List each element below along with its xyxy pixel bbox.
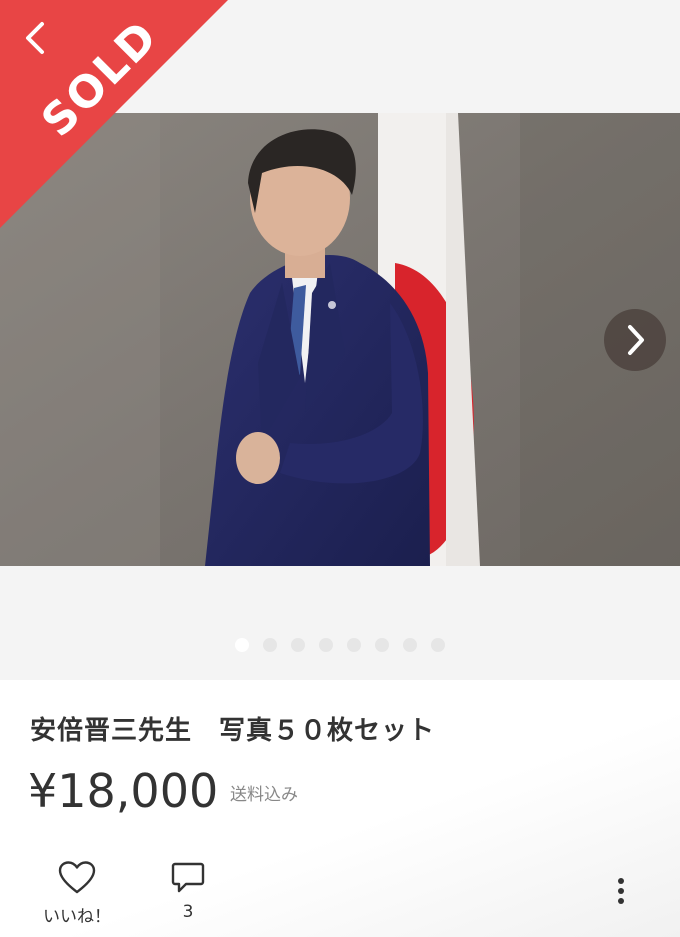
like-label: いいね！ bbox=[43, 907, 111, 927]
page-dot[interactable] bbox=[403, 638, 417, 652]
page-dot[interactable] bbox=[375, 638, 389, 652]
item-price: ¥18,000 bbox=[28, 764, 219, 818]
page-dot[interactable] bbox=[291, 638, 305, 652]
chevron-left-icon bbox=[26, 22, 44, 54]
image-gallery: SOLD bbox=[0, 0, 680, 680]
back-button[interactable] bbox=[16, 18, 56, 58]
comment-icon bbox=[171, 862, 205, 893]
like-button[interactable]: いいね！ bbox=[38, 860, 116, 927]
page-dot[interactable] bbox=[431, 638, 445, 652]
page-dot[interactable] bbox=[347, 638, 361, 652]
photo-illustration bbox=[0, 113, 680, 566]
item-info-section: 安倍晋三先生 写真５０枚セット ¥18,000 送料込み いいね！ 3 bbox=[0, 680, 680, 937]
comment-count: 3 bbox=[182, 902, 194, 922]
page-dot[interactable] bbox=[263, 638, 277, 652]
page-dot[interactable] bbox=[235, 638, 249, 652]
heart-icon bbox=[58, 861, 96, 894]
item-photo[interactable] bbox=[0, 113, 680, 566]
more-vertical-icon bbox=[618, 878, 624, 904]
shipping-note: 送料込み bbox=[230, 785, 298, 805]
item-detail-page: SOLD 安倍晋三先生 写真５０枚セット ¥18,000 送料込み いいね！ 3 bbox=[0, 0, 680, 937]
comment-button[interactable]: 3 bbox=[160, 860, 216, 922]
next-image-button[interactable] bbox=[604, 309, 666, 371]
item-title: 安倍晋三先生 写真５０枚セット bbox=[30, 716, 436, 746]
chevron-right-icon bbox=[628, 325, 644, 355]
more-options-button[interactable] bbox=[606, 876, 636, 910]
gallery-page-indicator bbox=[0, 638, 680, 652]
page-dot[interactable] bbox=[319, 638, 333, 652]
